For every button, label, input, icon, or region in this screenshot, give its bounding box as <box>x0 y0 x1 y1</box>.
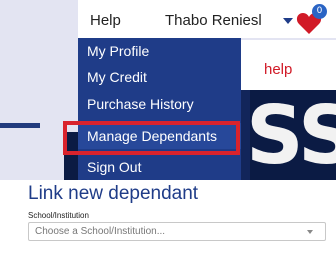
background-help-text[interactable]: help <box>264 61 292 78</box>
help-link[interactable]: Help <box>90 12 121 29</box>
background-divider <box>0 123 40 128</box>
link-dependant-form: Link new dependant School/Institution Ch… <box>0 180 336 253</box>
banner-letter: S <box>246 90 304 180</box>
background-help-area: help <box>240 40 336 90</box>
menu-item-purchase-history[interactable]: Purchase History <box>78 91 241 117</box>
user-dropdown-menu: My Profile My Credit Purchase History Ma… <box>78 38 241 180</box>
select-placeholder: Choose a School/Institution... <box>35 226 166 237</box>
banner-letter: S <box>298 90 336 180</box>
user-menu-button[interactable]: Thabo Reniesl <box>165 12 262 29</box>
chevron-down-icon <box>307 230 313 234</box>
caret-down-icon[interactable] <box>283 18 293 24</box>
school-institution-label: School/Institution <box>28 211 89 220</box>
menu-item-my-credit[interactable]: My Credit <box>78 64 241 90</box>
cart-count-badge: 0 <box>312 4 327 19</box>
background-banner: S S <box>240 90 336 180</box>
form-title: Link new dependant <box>28 183 199 204</box>
highlight-annotation-box <box>63 121 240 155</box>
menu-item-my-profile[interactable]: My Profile <box>78 38 241 64</box>
menu-item-sign-out[interactable]: Sign Out <box>78 154 241 180</box>
school-institution-select[interactable]: Choose a School/Institution... <box>28 222 326 241</box>
